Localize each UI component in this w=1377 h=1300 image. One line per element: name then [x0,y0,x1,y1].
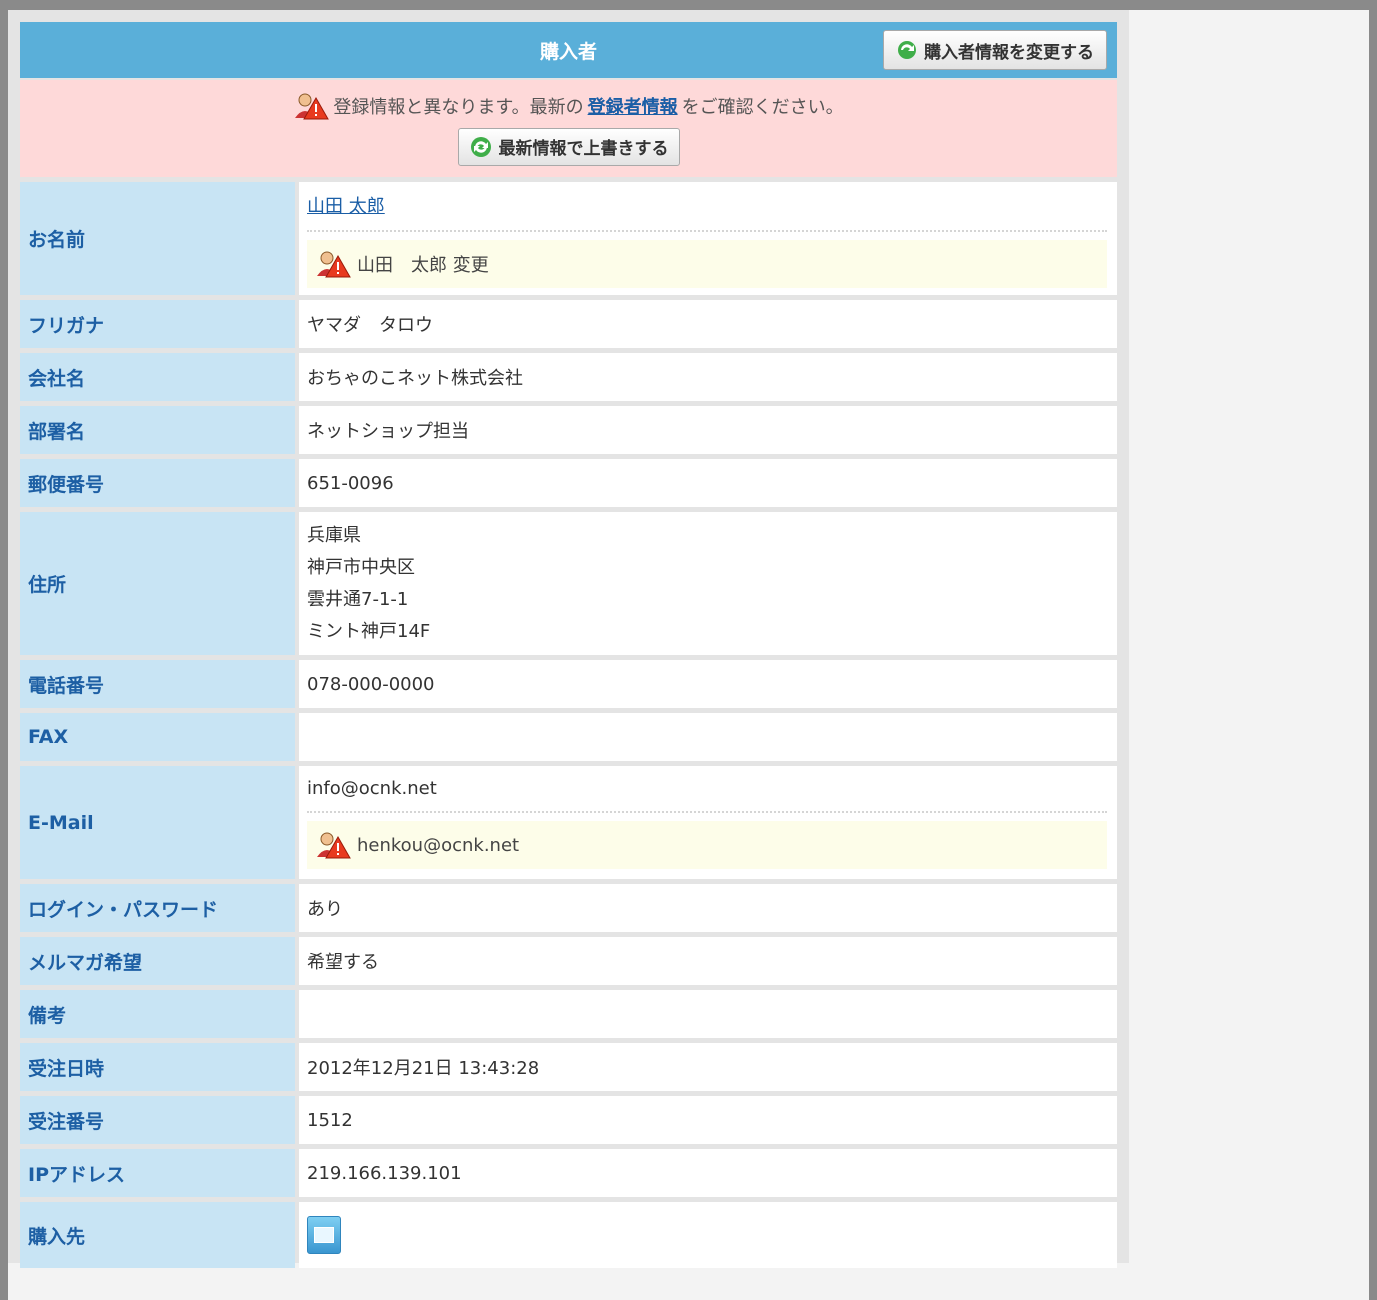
label-fax: FAX [20,713,295,761]
row-newsletter: メルマガ希望 希望する [20,937,1117,985]
sync-icon [470,136,491,157]
registered-info-link[interactable]: 登録者情報 [588,93,678,119]
address-line: ミント神戸14F [307,620,431,642]
name-link[interactable]: 山田 太郎 [307,196,385,217]
value-fax [299,713,1117,761]
row-company: 会社名 おちゃのこネット株式会社 [20,353,1117,401]
row-department: 部署名 ネットショップ担当 [20,406,1117,454]
value-zip: 651-0096 [299,459,1117,507]
pc-icon [307,1216,341,1254]
value-password: あり [299,884,1117,932]
label-furigana: フリガナ [20,300,295,348]
name-changed-text: 山田 太郎 変更 [357,254,489,276]
label-company: 会社名 [20,353,295,401]
value-order-number: 1512 [299,1096,1117,1144]
email-changed-box: henkou@ocnk.net [307,821,1107,869]
row-order-date: 受注日時 2012年12月21日 13:43:28 [20,1043,1117,1091]
buyer-header: 購入者 購入者情報を変更する [20,22,1117,78]
value-address: 兵庫県 神戸市中央区 雲井通7-1-1 ミント神戸14F [299,512,1117,655]
address-line: 雲井通7-1-1 [307,588,409,610]
label-name: お名前 [20,182,295,295]
label-remarks: 備考 [20,990,295,1038]
label-tel: 電話番号 [20,660,295,708]
value-department: ネットショップ担当 [299,406,1117,454]
row-furigana: フリガナ ヤマダ タロウ [20,300,1117,348]
page-background: 購入者 購入者情報を変更する 登録情報と異なります。最新の 登録者情報 をご確認くだ… [8,10,1369,1300]
value-furigana: ヤマダ タロウ [299,300,1117,348]
row-ip: IPアドレス 219.166.139.101 [20,1149,1117,1197]
label-password: ログイン・パスワード [20,884,295,932]
row-address: 住所 兵庫県 神戸市中央区 雲井通7-1-1 ミント神戸14F [20,512,1117,655]
notice-text-before: 登録情報と異なります。最新の [333,96,584,118]
address-line: 神戸市中央区 [307,556,415,578]
label-source: 購入先 [20,1202,295,1268]
email-changed-text: henkou@ocnk.net [357,834,520,856]
overwrite-latest-button[interactable]: 最新情報で上書きする [457,127,680,166]
value-order-date: 2012年12月21日 13:43:28 [299,1043,1117,1091]
label-zip: 郵便番号 [20,459,295,507]
notice-message: 登録情報と異なります。最新の 登録者情報 をご確認ください。 [293,92,844,120]
mismatch-notice: 登録情報と異なります。最新の 登録者情報 をご確認ください。 最新情報で上書きする [20,80,1117,177]
value-remarks [299,990,1117,1038]
row-fax: FAX [20,713,1117,761]
row-email: E-Mail info@ocnk.net henkou@ocnk.net [20,766,1117,879]
user-warning-icon [293,92,329,120]
label-address: 住所 [20,512,295,655]
label-newsletter: メルマガ希望 [20,937,295,985]
row-source: 購入先 [20,1202,1117,1268]
change-buyer-info-label: 購入者情報を変更する [924,42,1094,63]
value-ip: 219.166.139.101 [299,1149,1117,1197]
email-value: info@ocnk.net [307,774,1107,813]
row-remarks: 備考 [20,990,1117,1038]
value-tel: 078-000-0000 [299,660,1117,708]
row-tel: 電話番号 078-000-0000 [20,660,1117,708]
value-newsletter: 希望する [299,937,1117,985]
refresh-user-icon [898,41,916,59]
user-warning-icon [315,250,351,278]
row-order-number: 受注番号 1512 [20,1096,1117,1144]
name-changed-box: 山田 太郎 変更 [307,239,1107,288]
value-company: おちゃのこネット株式会社 [299,353,1117,401]
label-order-number: 受注番号 [20,1096,295,1144]
overwrite-latest-label: 最新情報で上書きする [498,139,669,159]
row-zip: 郵便番号 651-0096 [20,459,1117,507]
row-name: お名前 山田 太郎 山田 太郎 変更 [20,182,1117,295]
label-department: 部署名 [20,406,295,454]
row-password: ログイン・パスワード あり [20,884,1117,932]
buyer-panel: 購入者 購入者情報を変更する 登録情報と異なります。最新の 登録者情報 をご確認くだ… [8,10,1129,1268]
change-buyer-info-button[interactable]: 購入者情報を変更する [883,30,1107,70]
label-email: E-Mail [20,766,295,879]
label-ip: IPアドレス [20,1149,295,1197]
user-warning-icon [315,831,351,859]
value-email: info@ocnk.net henkou@ocnk.net [299,766,1117,879]
address-line: 兵庫県 [307,524,361,546]
section-title: 購入者 [539,40,597,63]
label-order-date: 受注日時 [20,1043,295,1091]
value-name: 山田 太郎 山田 太郎 変更 [299,182,1117,295]
notice-text-after: をご確認ください。 [681,96,844,118]
value-source [299,1202,1117,1268]
